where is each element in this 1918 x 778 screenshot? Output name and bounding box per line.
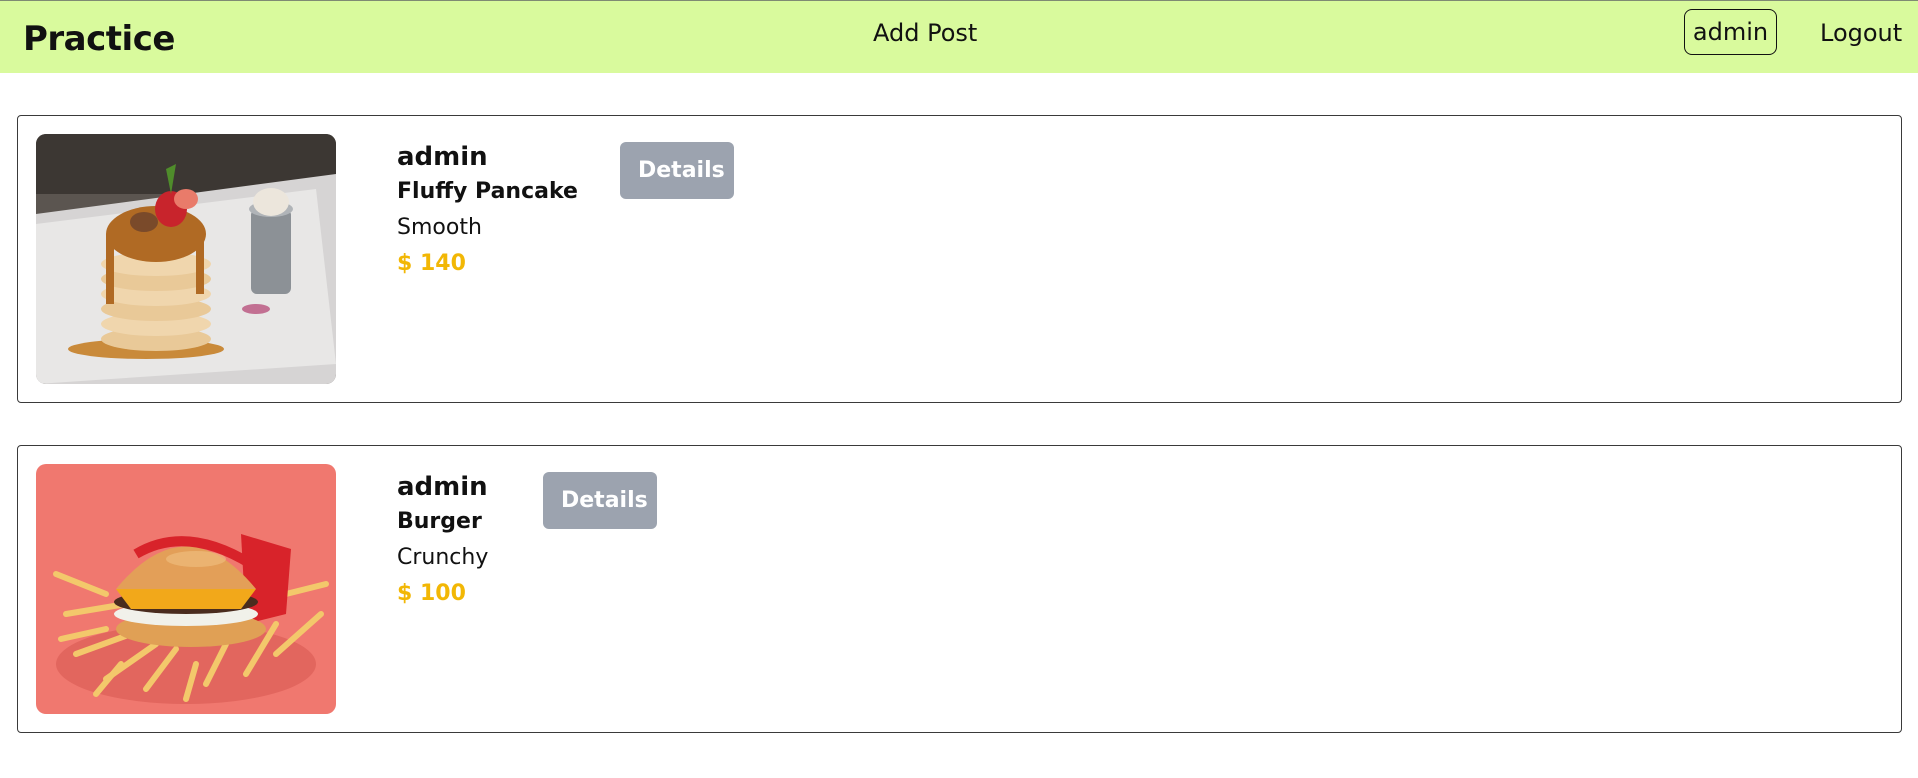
add-post-link[interactable]: Add Post [873,19,977,47]
post-info: admin Burger Crunchy $ 100 [397,470,488,612]
post-title: Burger [397,509,482,534]
post-description: Crunchy [397,545,489,570]
post-description: Smooth [397,215,482,240]
details-button[interactable]: Details [543,472,657,529]
navbar: Practice Add Post admin Logout [0,0,1918,73]
details-button[interactable]: Details [620,142,734,199]
post-price: $ 100 [397,581,466,606]
post-card: admin Burger Crunchy $ 100 Details [17,445,1902,733]
post-card: admin Fluffy Pancake Smooth $ 140 Detail… [17,115,1902,403]
pancake-photo [36,134,336,384]
post-info: admin Fluffy Pancake Smooth $ 140 [397,140,578,282]
burger-photo [36,464,336,714]
post-price: $ 140 [397,251,466,276]
logout-link[interactable]: Logout [1820,19,1902,47]
post-title: Fluffy Pancake [397,179,578,204]
brand-logo[interactable]: Practice [23,19,175,59]
user-button[interactable]: admin [1684,9,1777,55]
post-author: admin [397,142,488,172]
post-author: admin [397,472,488,502]
